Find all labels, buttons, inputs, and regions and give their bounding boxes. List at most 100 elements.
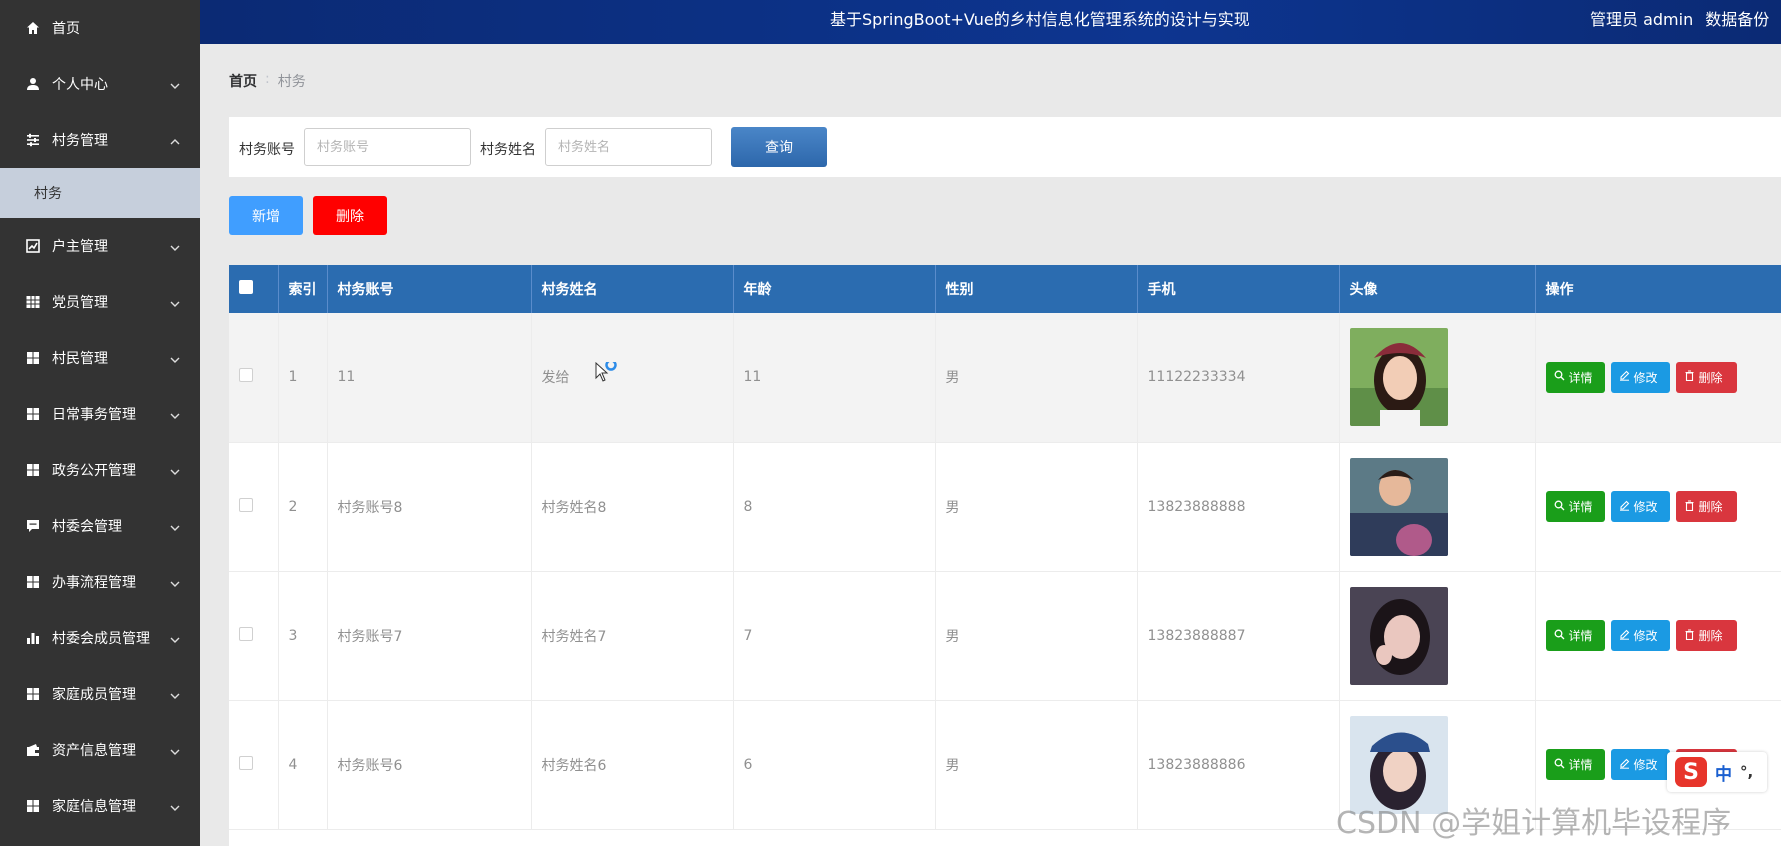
sidebar-item-party-member[interactable]: 党员管理 [0, 274, 200, 330]
sidebar-item-family-members[interactable]: 家庭成员管理 [0, 666, 200, 722]
sidebar-item-daily-affairs[interactable]: 日常事务管理 [0, 386, 200, 442]
edit-icon [1619, 370, 1630, 384]
row-checkbox[interactable] [239, 626, 253, 641]
sogou-logo-icon: S [1675, 757, 1707, 787]
name-cell: 村务姓名7 [531, 571, 734, 701]
sidebar-item-personal-center[interactable]: 个人中心 [0, 56, 200, 112]
table-row[interactable]: 3 村务账号7 村务姓名7 7 男 13823888887 详情 修改 删除 [229, 571, 1781, 701]
gender-cell: 男 [935, 571, 1138, 701]
delete-button[interactable]: 删除 [1675, 491, 1737, 522]
avatar-image [1349, 328, 1448, 427]
detail-button[interactable]: 详情 [1545, 749, 1605, 780]
select-all-cell [229, 265, 279, 313]
column-header: 头像 [1339, 265, 1536, 313]
avatar-cell [1339, 442, 1536, 572]
breadcrumb-home[interactable]: 首页 [229, 71, 257, 91]
sidebar-item-label: 首页 [52, 21, 80, 37]
index-cell: 3 [278, 571, 328, 701]
search-icon [1554, 758, 1565, 772]
sidebar-item-gov-affairs[interactable]: 政务公开管理 [0, 442, 200, 498]
select-all-checkbox[interactable] [239, 280, 253, 294]
system-title: 基于SpringBoot+Vue的乡村信息化管理系统的设计与实现 [830, 10, 1250, 29]
grid-icon [26, 295, 40, 309]
delete-button[interactable]: 删除 [1675, 361, 1737, 393]
chevron-down-icon [170, 801, 180, 811]
avatar-image [1349, 586, 1448, 685]
account-search-input[interactable] [304, 128, 471, 166]
data-backup-link[interactable]: 数据备份 [1705, 6, 1769, 30]
sidebar-item-home[interactable]: 首页 [0, 0, 200, 56]
operations-cell: 详情 修改 删除 [1535, 442, 1781, 572]
sidebar-item-householder[interactable]: 户主管理 [0, 218, 200, 274]
search-icon [1554, 370, 1565, 384]
comment-icon [26, 519, 40, 533]
breadcrumb-current: 村务 [277, 74, 306, 90]
delete-button[interactable]: 删除 [1675, 620, 1737, 651]
add-button[interactable]: 新增 [229, 196, 303, 235]
phone-cell: 13823888887 [1137, 571, 1340, 701]
phone-cell: 13823888886 [1137, 700, 1340, 830]
edit-label: 修改 [1633, 500, 1658, 514]
sidebar-item-label: 政务公开管理 [52, 463, 136, 479]
account-cell: 村务账号6 [327, 700, 532, 830]
grid-icon [26, 687, 40, 701]
header-actions: 管理员 admin 数据备份 退 [1590, 6, 1781, 30]
trash-icon [1684, 628, 1695, 643]
index-cell: 1 [278, 313, 328, 443]
edit-label: 修改 [1633, 629, 1658, 643]
row-checkbox[interactable] [239, 368, 253, 383]
sidebar-item-village-committee[interactable]: 村委会管理 [0, 498, 200, 554]
user-icon [26, 77, 40, 91]
edit-button[interactable]: 修改 [1610, 361, 1670, 393]
sidebar-item-assets[interactable]: 资产信息管理 [0, 722, 200, 778]
chevron-down-icon [170, 577, 180, 587]
grid-icon [26, 351, 40, 365]
sidebar-subitem-village-affairs[interactable]: 村务 [0, 168, 200, 218]
edit-label: 修改 [1633, 758, 1658, 772]
detail-button[interactable]: 详情 [1545, 361, 1605, 393]
detail-button[interactable]: 详情 [1545, 620, 1605, 651]
sidebar-item-family-info[interactable]: 家庭信息管理 [0, 778, 200, 834]
sidebar-item-label: 资产信息管理 [52, 743, 136, 759]
column-header: 村务账号 [327, 265, 532, 313]
grid-icon [26, 463, 40, 477]
row-checkbox[interactable] [239, 497, 253, 512]
edit-icon [1619, 758, 1630, 772]
grid-icon [26, 575, 40, 589]
sidebar-item-process[interactable]: 办事流程管理 [0, 554, 200, 610]
phone-cell: 13823888888 [1137, 442, 1340, 572]
breadcrumb: 首页 : 村务 [229, 71, 306, 91]
batch-delete-button[interactable]: 删除 [313, 196, 387, 235]
avatar-cell [1339, 571, 1536, 701]
column-header: 村务姓名 [531, 265, 734, 313]
table-row[interactable]: 1 11 发给 11 男 11122233334 详情 修改 删除 [229, 313, 1781, 443]
detail-button[interactable]: 详情 [1545, 491, 1605, 522]
column-header: 性别 [935, 265, 1138, 313]
chevron-down-icon [170, 241, 180, 251]
chevron-down-icon [170, 633, 180, 643]
column-header: 索引 [278, 265, 328, 313]
sidebar-item-village-affairs[interactable]: 村务管理 [0, 112, 200, 168]
edit-button[interactable]: 修改 [1610, 491, 1670, 522]
name-cell: 村务姓名6 [531, 700, 734, 830]
sidebar-item-label: 村委会成员管理 [52, 631, 150, 647]
chevron-down-icon [170, 521, 180, 531]
row-checkbox[interactable] [239, 755, 253, 770]
age-cell: 8 [733, 442, 936, 572]
sidebar-item-label: 办事流程管理 [52, 575, 136, 591]
top-header: 基于SpringBoot+Vue的乡村信息化管理系统的设计与实现 管理员 adm… [200, 0, 1781, 44]
edit-button[interactable]: 修改 [1610, 620, 1670, 651]
chevron-down-icon [170, 745, 180, 755]
sidebar-item-villager[interactable]: 村民管理 [0, 330, 200, 386]
query-button[interactable]: 查询 [731, 127, 827, 167]
table-row[interactable]: 2 村务账号8 村务姓名8 8 男 13823888888 详情 修改 删除 [229, 442, 1781, 572]
name-search-input[interactable] [545, 128, 712, 166]
name-label: 村务姓名 [480, 142, 536, 158]
sidebar-item-committee-members[interactable]: 村委会成员管理 [0, 610, 200, 666]
row-select-cell [229, 313, 279, 443]
edit-button[interactable]: 修改 [1610, 749, 1670, 780]
avatar-cell [1339, 313, 1536, 443]
chevron-down-icon [170, 79, 180, 89]
column-header: 手机 [1137, 265, 1340, 313]
watermark: CSDN @学姐计算机毕设程序 [1336, 806, 1732, 841]
